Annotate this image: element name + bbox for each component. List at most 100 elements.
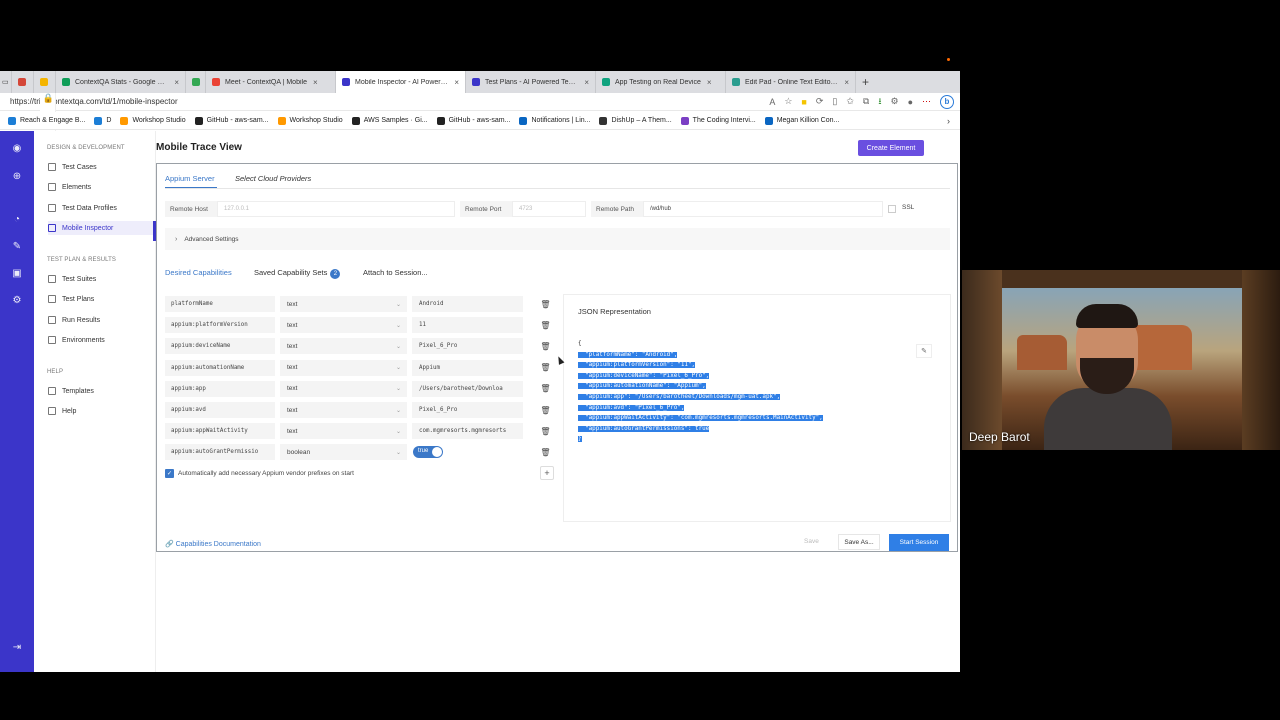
capability-value-input[interactable]: /Users/barotheet/Downloa	[412, 380, 523, 397]
sidebar-item-test-suites[interactable]: Test Suites	[48, 272, 154, 286]
capability-name-input[interactable]: appium:app	[165, 380, 275, 397]
briefcase-icon[interactable]: ▣	[10, 266, 24, 280]
tab-desired-capabilities[interactable]: Desired Capabilities	[165, 268, 232, 277]
save-as-button[interactable]: Save As...	[838, 534, 880, 550]
capability-name-input[interactable]: appium:avd	[165, 402, 275, 418]
favorite-icon[interactable]: ☆	[784, 96, 792, 107]
remote-port-input[interactable]: 4723	[512, 201, 586, 217]
copilot-icon[interactable]: b	[940, 94, 954, 109]
sidebar-item-test-cases[interactable]: Test Cases	[48, 160, 154, 174]
sidebar-item-elements[interactable]: Elements	[48, 180, 154, 194]
capability-value-input[interactable]: com.mgmresorts.mgmresorts	[412, 423, 523, 440]
capability-type-select[interactable]: text ⌄	[280, 380, 407, 397]
capability-type-select[interactable]: text ⌄	[280, 359, 407, 376]
json-code-block[interactable]: { "platformName": "Android", "appium:pla…	[578, 339, 823, 445]
profile-icon[interactable]: ●	[908, 97, 913, 107]
bookmark-item[interactable]: Workshop Studio	[277, 116, 343, 125]
ssl-checkbox[interactable]	[888, 205, 896, 213]
add-icon[interactable]: ⊕	[10, 169, 24, 183]
logo-icon[interactable]: ◉	[10, 141, 24, 155]
tab-appium-server[interactable]: Appium Server	[165, 174, 215, 183]
more-icon[interactable]: ⋯	[922, 96, 931, 107]
read-aloud-icon[interactable]: A	[769, 97, 775, 107]
trash-icon[interactable]: 🗑	[540, 341, 550, 351]
capability-value-input[interactable]: Android	[412, 296, 523, 312]
settings-icon[interactable]: ⚙	[10, 293, 24, 307]
sidebar-item-templates[interactable]: Templates	[48, 384, 154, 398]
capability-type-select[interactable]: text ⌄	[280, 338, 407, 355]
trash-icon[interactable]: 🗑	[540, 426, 550, 436]
close-icon[interactable]: ×	[454, 78, 459, 87]
bookmark-item[interactable]: Reach & Engage B...	[8, 116, 85, 125]
capability-name-input[interactable]: appium:autoGrantPermissio	[165, 444, 275, 461]
bookmarks-more-icon[interactable]: ›	[947, 116, 950, 126]
sidebar-item-test-data-profiles[interactable]: Test Data Profiles	[48, 201, 154, 215]
new-tab-button[interactable]: +	[856, 75, 875, 89]
bookmark-item[interactable]: D	[94, 116, 111, 125]
bookmark-item[interactable]: The Coding Intervi...	[680, 116, 756, 125]
start-session-button[interactable]: Start Session	[889, 534, 949, 551]
sidebar-item-help[interactable]: Help	[48, 404, 154, 418]
sidebar-item-test-plans[interactable]: Test Plans	[48, 292, 154, 306]
capability-name-input[interactable]: appium:automationName	[165, 359, 275, 376]
bookmark-item[interactable]: Notifications | Lin...	[519, 116, 590, 125]
capability-name-input[interactable]: appium:appWaitActivity	[165, 423, 275, 440]
browser-tab[interactable]: ContextQA Stats - Google She ×	[56, 71, 186, 93]
remote-host-input[interactable]: 127.0.0.1	[217, 201, 455, 217]
advanced-settings-toggle[interactable]: › Advanced Settings	[165, 228, 950, 250]
capability-type-select[interactable]: text ⌄	[280, 317, 407, 334]
close-icon[interactable]: ×	[707, 78, 712, 87]
sidebar-item-run-results[interactable]: Run Results	[48, 313, 154, 327]
capability-value-toggle[interactable]: true	[413, 446, 443, 459]
trash-icon[interactable]: 🗑	[540, 299, 550, 309]
bookmark-item[interactable]: AWS Samples · Gi...	[351, 116, 428, 125]
browser-tab[interactable]: Test Plans - AI Powered Test Au ×	[466, 71, 596, 93]
auto-prefix-checkbox[interactable]: ✓	[165, 469, 174, 478]
extensions-icon[interactable]: ⚙	[890, 96, 898, 107]
trash-icon[interactable]: 🗑	[540, 363, 550, 373]
close-icon[interactable]: ×	[844, 78, 849, 87]
tab-select-cloud-providers[interactable]: Select Cloud Providers	[235, 174, 311, 183]
close-icon[interactable]: ×	[174, 78, 179, 87]
capability-name-input[interactable]: platformName	[165, 296, 275, 312]
close-icon[interactable]: ×	[584, 78, 589, 87]
capability-value-input[interactable]: 11	[412, 317, 523, 334]
trash-icon[interactable]: 🗑	[540, 405, 550, 415]
create-element-button[interactable]: Create Element	[858, 140, 924, 156]
browser-tab[interactable]	[186, 71, 206, 93]
sync-icon[interactable]: ⟳	[816, 96, 824, 107]
add-capability-button[interactable]: +	[540, 466, 554, 480]
capabilities-documentation-link[interactable]: 🔗 Capabilities Documentation	[165, 540, 261, 548]
save-button[interactable]: Save	[804, 538, 819, 545]
tab-saved-capability-sets[interactable]: Saved Capability Sets 2	[254, 268, 341, 279]
capability-type-select[interactable]: text ⌄	[280, 402, 407, 418]
bookmark-item[interactable]: Workshop Studio	[120, 116, 186, 125]
browser-tab[interactable]: Meet - ContextQA | Mobile ×	[206, 71, 336, 93]
split-screen-icon[interactable]: ▯	[832, 96, 837, 107]
edit-json-button[interactable]: ✎	[916, 344, 932, 358]
bookmark-item[interactable]: GitHub - aws-sam...	[194, 116, 269, 125]
capability-value-input[interactable]: Appium	[412, 359, 523, 376]
capability-value-input[interactable]: Pixel_6_Pro	[412, 402, 523, 418]
browser-tab[interactable]	[34, 71, 56, 93]
browser-tab[interactable]: Edit Pad - Online Text Editor & ×	[726, 71, 856, 93]
trash-icon[interactable]: 🗑	[540, 447, 550, 457]
download-icon[interactable]: ⭳	[878, 94, 881, 110]
capability-value-input[interactable]: Pixel_6_Pro	[412, 338, 523, 355]
collections-icon[interactable]: ⧉	[863, 96, 869, 107]
url-input[interactable]: https://trial.contextqa.com/td/1/mobile-…	[10, 97, 769, 106]
close-icon[interactable]: ×	[313, 78, 318, 87]
bookmark-item[interactable]: Megan Killion Con...	[764, 116, 839, 125]
bookmark-item[interactable]: DishUp – A Them...	[599, 116, 672, 125]
capability-name-input[interactable]: appium:deviceName	[165, 338, 275, 355]
sidebar-item-environments[interactable]: Environments	[48, 333, 154, 347]
browser-tab[interactable]: Mobile Inspector - AI Powered ×	[336, 71, 466, 93]
trash-icon[interactable]: 🗑	[540, 320, 550, 330]
tab-attach-to-session[interactable]: Attach to Session...	[363, 268, 428, 277]
trash-icon[interactable]: 🗑	[540, 384, 550, 394]
browser-tab[interactable]	[12, 71, 34, 93]
bookmark-item[interactable]: GitHub - aws-sam...	[436, 116, 510, 125]
tab-actions-icon[interactable]: ▭	[0, 71, 12, 93]
capability-type-select[interactable]: text ⌄	[280, 423, 407, 440]
edit-icon[interactable]: ✎	[10, 239, 24, 253]
